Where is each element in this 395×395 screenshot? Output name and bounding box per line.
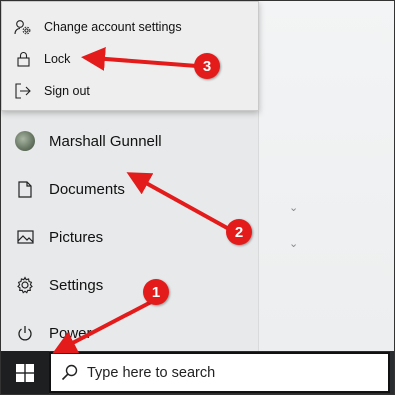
person-gear-icon xyxy=(2,19,44,35)
power-icon xyxy=(1,325,49,342)
documents-item[interactable]: Documents xyxy=(1,165,259,213)
documents-label: Documents xyxy=(49,180,125,198)
search-icon xyxy=(51,364,87,381)
start-menu-panel: Marshall Gunnell Documents Pictures Sett… xyxy=(1,111,259,351)
picture-icon xyxy=(1,230,49,244)
search-placeholder: Type here to search xyxy=(87,364,216,381)
taskbar: Type here to search xyxy=(1,351,394,394)
sign-out-item[interactable]: Sign out xyxy=(2,75,258,107)
chevron-down-icon[interactable]: ⌄ xyxy=(289,201,298,214)
annotation-badge-3: 3 xyxy=(194,53,220,79)
power-item[interactable]: Power xyxy=(1,309,259,357)
search-input[interactable]: Type here to search xyxy=(49,352,390,393)
pictures-label: Pictures xyxy=(49,228,104,246)
desktop-area: ⌄ ⌄ xyxy=(259,1,394,351)
lock-item[interactable]: Lock xyxy=(2,43,258,75)
account-flyout: Change account settings Lock Sign out xyxy=(1,1,259,111)
user-account-item[interactable]: Marshall Gunnell xyxy=(1,117,259,165)
windows-logo-icon xyxy=(16,363,34,382)
change-account-settings-label: Change account settings xyxy=(44,20,182,34)
settings-label: Settings xyxy=(49,276,104,294)
sign-out-label: Sign out xyxy=(44,84,90,98)
sign-out-icon xyxy=(2,83,44,99)
annotation-badge-1: 1 xyxy=(143,279,169,305)
pictures-item[interactable]: Pictures xyxy=(1,213,259,261)
avatar xyxy=(15,131,35,151)
chevron-down-icon[interactable]: ⌄ xyxy=(289,237,298,250)
user-name: Marshall Gunnell xyxy=(49,132,162,150)
change-account-settings-item[interactable]: Change account settings xyxy=(2,11,258,43)
lock-label: Lock xyxy=(44,52,71,66)
document-icon xyxy=(1,180,49,198)
power-label: Power xyxy=(49,324,92,342)
annotation-badge-2: 2 xyxy=(226,219,252,245)
gear-icon xyxy=(1,276,49,294)
settings-item[interactable]: Settings xyxy=(1,261,259,309)
lock-icon xyxy=(2,51,44,67)
start-button[interactable] xyxy=(1,351,49,394)
